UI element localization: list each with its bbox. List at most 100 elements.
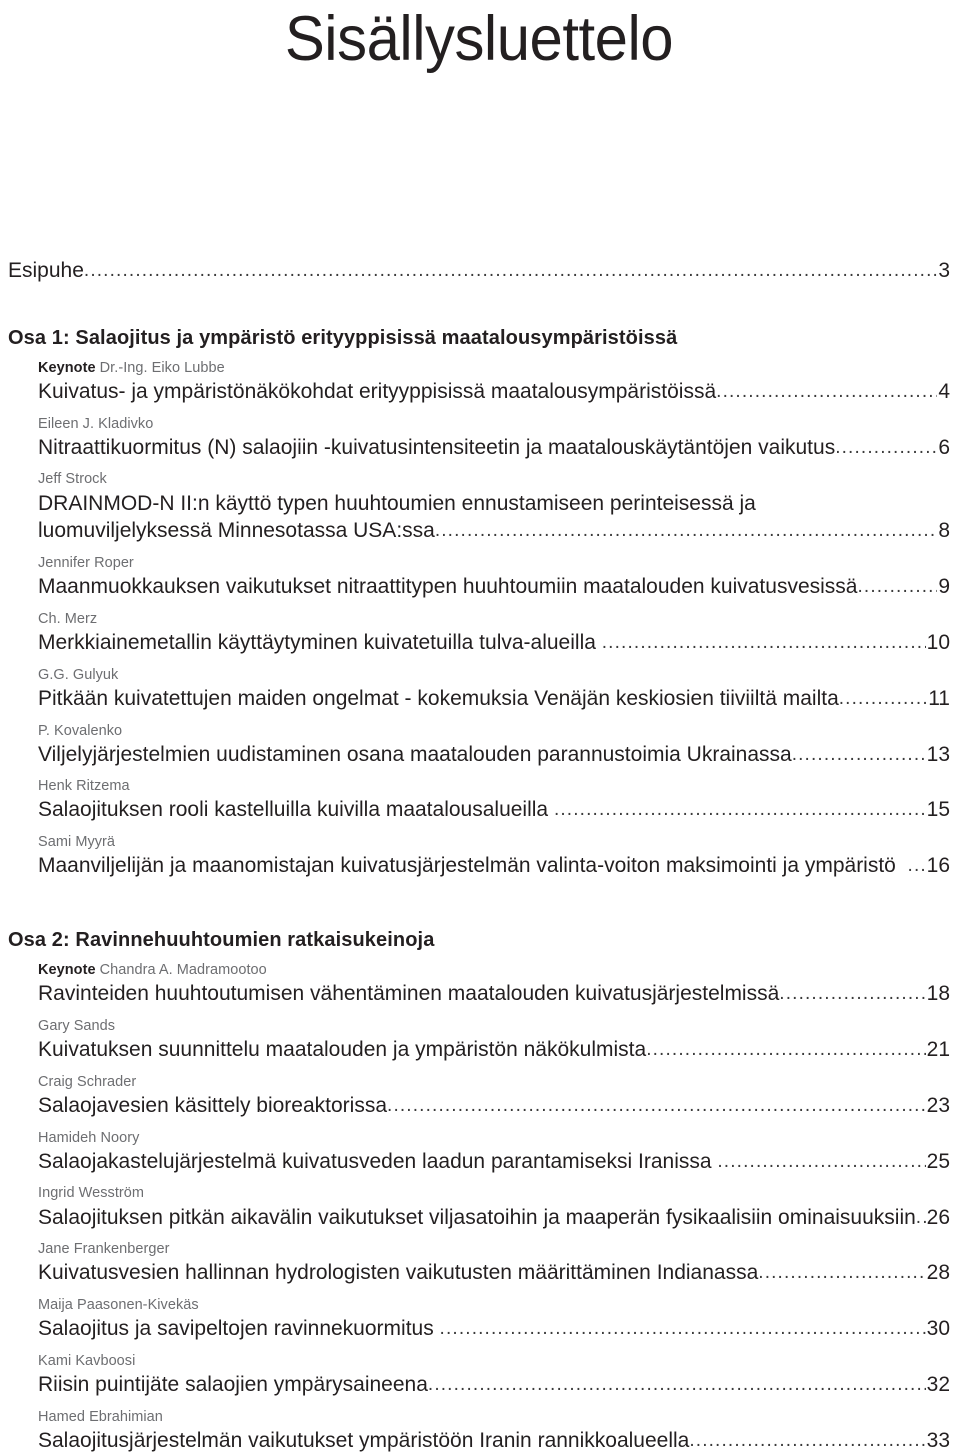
toc-entry[interactable]: Hamideh Noory Salaojakastelujärjestelmä k… — [38, 1129, 950, 1176]
toc-entry[interactable]: Craig Schrader Salaojavesien käsittely bi… — [38, 1073, 950, 1120]
toc-entry[interactable]: Jeff Strock DRAINMOD-N II:n käyttö typen … — [38, 470, 950, 545]
leader-dots: ........................................… — [716, 380, 937, 402]
toc-entry[interactable]: Ch. Merz Merkkiainemetallin käyttäytymine… — [38, 610, 950, 657]
toc-entry[interactable]: Gary Sands Kuivatuksen suunnittelu maatal… — [38, 1017, 950, 1064]
page-number: 23 — [926, 1093, 950, 1117]
entry-title-row[interactable]: Riisin puintijäte salaojien ympärysainee… — [38, 1371, 950, 1399]
entry-title-lines: Salaojakastelujärjestelmä kuivatusveden … — [38, 1148, 950, 1176]
entry-title-row[interactable]: Salaojavesien käsittely bioreaktorissa..… — [38, 1092, 950, 1120]
toc-entry[interactable]: Hamed Ebrahimian Salaojitusjärjestelmän v… — [38, 1408, 950, 1455]
entry-title-row[interactable]: Salaojituksen rooli kastelluilla kuivill… — [38, 796, 950, 824]
entry-title-line: Merkkiainemetallin käyttäytyminen kuivat… — [38, 630, 602, 654]
entry-author: Jane Frankenberger — [38, 1240, 950, 1258]
leader-dots: ........................................… — [915, 1206, 926, 1228]
entry-title-lines: Kuivatus- ja ympäristönäkökohdat erityyp… — [38, 378, 950, 406]
entry-title-lines: Viljelyjärjestelmien uudistaminen osana … — [38, 741, 950, 769]
page-number: 10 — [926, 630, 950, 654]
leader-dots: ........................................… — [838, 687, 927, 709]
toc-entry[interactable]: Jennifer Roper Maanmuokkauksen vaikutukse… — [38, 554, 950, 601]
entry-title-row[interactable]: Kuivatus- ja ympäristönäkökohdat erityyp… — [38, 378, 950, 406]
leader-dots: ........................................… — [601, 631, 926, 653]
entry-title-lines: Maanmuokkauksen vaikutukset nitraattityp… — [38, 573, 950, 601]
entry-title-lines: Salaojituksen pitkän aikavälin vaikutuks… — [38, 1204, 950, 1232]
entry-title-row[interactable]: Kuivatuksen suunnittelu maatalouden ja y… — [38, 1036, 950, 1064]
entry-title-line: Kuivatusvesien hallinnan hydrologisten v… — [38, 1261, 759, 1285]
entry-author: Hamideh Noory — [38, 1129, 950, 1147]
entry-author-name: Kami Kavboosi — [38, 1352, 136, 1369]
entry-title-lines: Salaojituksen rooli kastelluilla kuivill… — [38, 796, 950, 824]
entry-title-lines: Maanviljelijän ja maanomistajan kuivatus… — [38, 852, 950, 880]
entry-title-row[interactable]: Nitraattikuormitus (N) salaojiin -kuivat… — [38, 434, 950, 462]
page-number: 25 — [926, 1149, 950, 1173]
entry-title-line: luomuviljelyksessä Minnesotassa USA:ssa — [38, 519, 435, 543]
entry-title-line: Maanviljelijän ja maanomistajan kuivatus… — [38, 854, 908, 878]
entry-title-line: Salaojakastelujärjestelmä kuivatusveden … — [38, 1149, 718, 1173]
toc-entry[interactable]: Kami Kavboosi Riisin puintijäte salaojien… — [38, 1352, 950, 1399]
leader-dots: ........................................… — [646, 1039, 925, 1060]
toc-entry[interactable]: P. Kovalenko Viljelyjärjestelmien uudista… — [38, 722, 950, 769]
entry-author-name: Jennifer Roper — [38, 554, 134, 571]
toc-entry-preface[interactable]: Esipuhe ................................… — [8, 257, 950, 285]
page-number: 18 — [926, 982, 950, 1006]
toc-entry[interactable]: Ingrid Wesström Salaojituksen pitkän aika… — [38, 1184, 950, 1231]
entry-title-row[interactable]: Merkkiainemetallin käyttäytyminen kuivat… — [38, 629, 950, 657]
toc-page: Sisällysluettelo Esipuhe ...............… — [0, 0, 960, 1452]
entry-author-name: Jeff Strock — [38, 471, 107, 488]
keynote-label: Keynote — [38, 962, 96, 979]
keynote-label: Keynote — [38, 359, 96, 376]
entry-title-row[interactable]: Ravinteiden huuhtoutumisen vähentäminen … — [38, 980, 950, 1008]
entry-title-lines: Kuivatuksen suunnittelu maatalouden ja y… — [38, 1036, 950, 1064]
toc-entry[interactable]: Jane Frankenberger Kuivatusvesien hallinn… — [38, 1240, 950, 1287]
page-number: 32 — [926, 1373, 950, 1397]
leader-dots: ........................................… — [689, 1429, 925, 1451]
entry-title-row[interactable]: Pitkään kuivatettujen maiden ongelmat - … — [38, 685, 950, 713]
toc-entry[interactable]: Henk Ritzema Salaojituksen rooli kastellu… — [38, 777, 950, 824]
toc-entry-label: Esipuhe — [8, 259, 84, 282]
page-number: 3 — [938, 259, 950, 282]
page-number: 21 — [926, 1038, 950, 1061]
entry-author: Keynote Chandra A. Madramootoo — [38, 961, 950, 979]
entry-author: Hamed Ebrahimian — [38, 1408, 950, 1426]
entry-title-line: Kuivatuksen suunnittelu maatalouden ja y… — [38, 1038, 647, 1061]
entry-title-lines: Salaojitusjärjestelmän vaikutukset ympär… — [38, 1427, 950, 1455]
toc-entry[interactable]: Sami Myyrä Maanviljelijän ja maanomistaja… — [38, 833, 950, 880]
entry-title-row[interactable]: Salaojituksen pitkän aikavälin vaikutuks… — [38, 1204, 950, 1232]
leader-dots: ........................................… — [434, 520, 937, 542]
entry-author-name: Eileen J. Kladivko — [38, 415, 154, 432]
entry-author: Kami Kavboosi — [38, 1352, 950, 1370]
entry-author: Keynote Dr.-Ing. Eiko Lubbe — [38, 359, 950, 377]
toc-entry[interactable]: Eileen J. Kladivko Nitraattikuormitus (N)… — [38, 415, 950, 462]
leader-dots: ........................................… — [387, 1094, 926, 1116]
toc-list: Esipuhe ................................… — [8, 257, 950, 1455]
page-number: 28 — [926, 1261, 950, 1285]
toc-entry[interactable]: Maija Paasonen-Kivekäs Salaojitus ja savi… — [38, 1296, 950, 1343]
entry-author: Jennifer Roper — [38, 554, 950, 572]
entry-title-lines: Kuivatusvesien hallinnan hydrologisten v… — [38, 1259, 950, 1287]
toc-entry[interactable]: Keynote Dr.-Ing. Eiko Lubbe Kuivatus- ja … — [38, 359, 950, 406]
entry-title-lines: Pitkään kuivatettujen maiden ongelmat - … — [38, 685, 950, 713]
toc-entry[interactable]: G.G. Gulyuk Pitkään kuivatettujen maiden … — [38, 666, 950, 713]
entry-title-row[interactable]: Salaojitusjärjestelmän vaikutukset ympär… — [38, 1427, 950, 1455]
entry-title-line: Salaojavesien käsittely bioreaktorissa — [38, 1093, 388, 1117]
entry-author-name: Chandra A. Madramootoo — [95, 962, 267, 979]
leader-dots: ........................................… — [791, 743, 926, 765]
page-number: 13 — [926, 742, 950, 766]
entry-title-row[interactable]: Maanviljelijän ja maanomistajan kuivatus… — [38, 852, 950, 880]
entry-title-row[interactable]: Kuivatusvesien hallinnan hydrologisten v… — [38, 1259, 950, 1287]
entry-title-row[interactable]: Viljelyjärjestelmien uudistaminen osana … — [38, 741, 950, 769]
entry-author: Craig Schrader — [38, 1073, 950, 1091]
entry-title-row[interactable]: Maanmuokkauksen vaikutukset nitraattityp… — [38, 573, 950, 601]
entry-title-line: Salaojitusjärjestelmän vaikutukset ympär… — [38, 1428, 690, 1452]
entry-title-row[interactable]: Salaojakastelujärjestelmä kuivatusveden … — [38, 1148, 950, 1176]
entry-title-row[interactable]: Salaojitus ja savipeltojen ravinnekuormi… — [38, 1315, 950, 1343]
entry-title-line: Viljelyjärjestelmien uudistaminen osana … — [38, 742, 792, 766]
parts-container: Osa 1: Salaojitus ja ympäristö erityyppi… — [8, 326, 950, 1455]
entry-title-row[interactable]: luomuviljelyksessä Minnesotassa USA:ssa.… — [38, 517, 950, 545]
entry-title-line: DRAINMOD-N II:n käyttö typen huuhtoumien… — [38, 491, 756, 515]
page-number: 15 — [926, 798, 950, 822]
toc-entry[interactable]: Keynote Chandra A. Madramootoo Ravinteide… — [38, 961, 950, 1008]
entry-title-lines: Merkkiainemetallin käyttäytyminen kuivat… — [38, 629, 950, 657]
entry-author-name: Maija Paasonen-Kivekäs — [38, 1297, 199, 1314]
entry-author: Ch. Merz — [38, 610, 950, 628]
leader-dots: ........................................… — [907, 855, 926, 877]
